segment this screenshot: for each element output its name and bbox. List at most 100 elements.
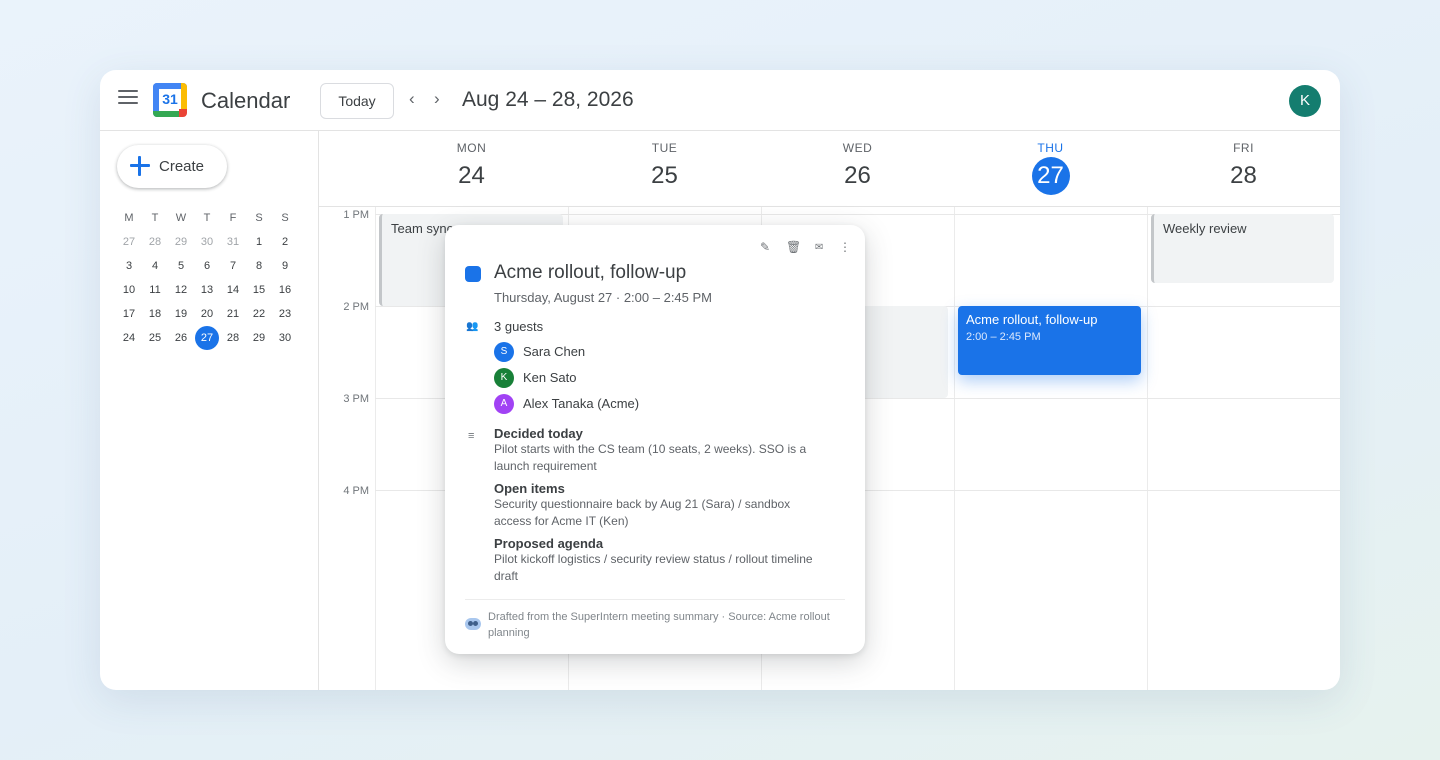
mini-calendar-day[interactable]: 13: [195, 278, 219, 302]
event-color-swatch: [465, 266, 481, 282]
day-number[interactable]: 25: [646, 157, 684, 195]
next-week-icon[interactable]: ›: [434, 89, 440, 109]
event-time: 2:00 – 2:45 PM: [966, 331, 1041, 343]
weekday-label: S: [255, 212, 263, 224]
email-icon[interactable]: ✉: [815, 242, 823, 253]
delete-icon[interactable]: 🗑: [786, 240, 801, 254]
calendar-logo-icon: 31: [153, 83, 187, 117]
time-label: 4 PM: [343, 485, 369, 497]
day-number[interactable]: 26: [839, 157, 877, 195]
mini-calendar-day[interactable]: 26: [169, 326, 193, 350]
mini-calendar-day[interactable]: 28: [143, 230, 167, 254]
account-avatar[interactable]: K: [1289, 85, 1321, 117]
guest-avatar: K: [494, 368, 514, 388]
week-header: MON 24 TUE 25 WED 26 THU 27 FRI 28: [319, 131, 1340, 207]
notes-section-heading: Open items: [494, 481, 565, 496]
mini-calendar-day[interactable]: 19: [169, 302, 193, 326]
create-button[interactable]: Create: [117, 145, 227, 188]
day-header-thu-today: THU 27: [954, 131, 1147, 207]
day-number-today[interactable]: 27: [1031, 157, 1070, 195]
event-details-popover: ✎ 🗑 ✉ ⋮ Acme rollout, follow-up Thursday…: [445, 225, 865, 654]
mini-calendar-week: 3 4 5 6 7 8 9: [117, 254, 299, 278]
day-of-week: WED: [842, 141, 873, 155]
mini-calendar-day-selected[interactable]: 27: [195, 326, 219, 350]
more-options-icon[interactable]: ⋮: [839, 240, 851, 254]
mini-calendar-day[interactable]: 14: [221, 278, 245, 302]
event-acme-rollout[interactable]: Acme rollout, follow-up 2:00 – 2:45 PM: [958, 306, 1141, 375]
logo-number: 31: [162, 91, 178, 107]
mini-calendar: M T W T F S S 27 28 29 30 31 1 2 3 4 5 6…: [117, 206, 299, 350]
mini-calendar-day[interactable]: 4: [143, 254, 167, 278]
mini-calendar-day[interactable]: 23: [273, 302, 297, 326]
event-datetime: Thursday, August 27 · 2:00 – 2:45 PM: [494, 290, 712, 305]
weekday-label: F: [229, 212, 237, 224]
weekday-label: T: [203, 212, 211, 224]
date-range-title: Aug 24 – 28, 2026: [462, 88, 634, 111]
day-of-week: FRI: [1233, 141, 1254, 155]
mini-calendar-day[interactable]: 29: [247, 326, 271, 350]
superintern-icon: [465, 618, 481, 630]
mini-calendar-day[interactable]: 27: [117, 230, 141, 254]
mini-calendar-day[interactable]: 31: [221, 230, 245, 254]
guest-avatar: S: [494, 342, 514, 362]
weekday-label: S: [281, 212, 289, 224]
mini-calendar-day[interactable]: 30: [195, 230, 219, 254]
event-weekly-review[interactable]: Weekly review: [1151, 214, 1334, 283]
event-title: Team sync: [391, 221, 454, 236]
mini-calendar-day[interactable]: 30: [273, 326, 297, 350]
day-of-week: MON: [456, 141, 487, 155]
notes-section-body: Pilot starts with the CS team (10 seats,…: [494, 442, 807, 473]
mini-calendar-day[interactable]: 21: [221, 302, 245, 326]
mini-calendar-day[interactable]: 16: [273, 278, 297, 302]
mini-calendar-day[interactable]: 17: [117, 302, 141, 326]
mini-calendar-day[interactable]: 11: [143, 278, 167, 302]
notes-section-heading: Decided today: [494, 426, 583, 441]
mini-calendar-day[interactable]: 7: [221, 254, 245, 278]
main-menu-icon[interactable]: [118, 90, 138, 110]
mini-calendar-day[interactable]: 10: [117, 278, 141, 302]
guests-icon: 👥: [466, 321, 479, 332]
mini-calendar-day[interactable]: 25: [143, 326, 167, 350]
event-title: Acme rollout, follow-up: [966, 312, 1098, 327]
mini-calendar-day[interactable]: 28: [221, 326, 245, 350]
mini-calendar-week: 24 25 26 27 28 29 30: [117, 326, 299, 350]
day-number[interactable]: 28: [1225, 157, 1263, 195]
grid-column-divider: [1147, 207, 1148, 690]
divider: [465, 599, 845, 600]
edit-icon[interactable]: ✎: [760, 240, 770, 254]
time-label: 3 PM: [343, 393, 369, 405]
event-title: Acme rollout, follow-up: [494, 262, 687, 283]
previous-week-icon[interactable]: ‹: [409, 89, 415, 109]
app-title: Calendar: [201, 88, 291, 113]
mini-calendar-day[interactable]: 9: [273, 254, 297, 278]
mini-calendar-day[interactable]: 24: [117, 326, 141, 350]
guest-name: Alex Tanaka (Acme): [523, 396, 640, 411]
mini-calendar-day[interactable]: 15: [247, 278, 271, 302]
guests-count: 3 guests: [494, 319, 544, 334]
mini-calendar-day[interactable]: 2: [273, 230, 297, 254]
day-header-wed: WED 26: [761, 131, 954, 207]
mini-calendar-day[interactable]: 1: [247, 230, 271, 254]
mini-calendar-day[interactable]: 20: [195, 302, 219, 326]
mini-calendar-day[interactable]: 6: [195, 254, 219, 278]
guest-avatar: A: [494, 394, 514, 414]
notes-section-body: Security questionnaire back by Aug 21 (S…: [494, 497, 791, 528]
day-number[interactable]: 24: [453, 157, 491, 195]
time-label: 2 PM: [343, 301, 369, 313]
mini-calendar-day[interactable]: 18: [143, 302, 167, 326]
day-of-week: TUE: [651, 141, 678, 155]
mini-calendar-day[interactable]: 3: [117, 254, 141, 278]
grid-column-divider: [954, 207, 955, 690]
top-bar: 31 Calendar Today ‹ › Aug 24 – 28, 2026 …: [100, 70, 1340, 131]
mini-calendar-day[interactable]: 29: [169, 230, 193, 254]
today-button[interactable]: Today: [320, 83, 394, 119]
weekday-label: M: [124, 212, 134, 224]
sidebar: Create M T W T F S S 27 28 29 30 31 1 2: [100, 131, 319, 690]
mini-calendar-day[interactable]: 8: [247, 254, 271, 278]
weekday-label: T: [151, 212, 159, 224]
mini-calendar-day[interactable]: 12: [169, 278, 193, 302]
grid-column-divider: [375, 207, 376, 690]
mini-calendar-day[interactable]: 5: [169, 254, 193, 278]
mini-calendar-week: 17 18 19 20 21 22 23: [117, 302, 299, 326]
mini-calendar-day[interactable]: 22: [247, 302, 271, 326]
